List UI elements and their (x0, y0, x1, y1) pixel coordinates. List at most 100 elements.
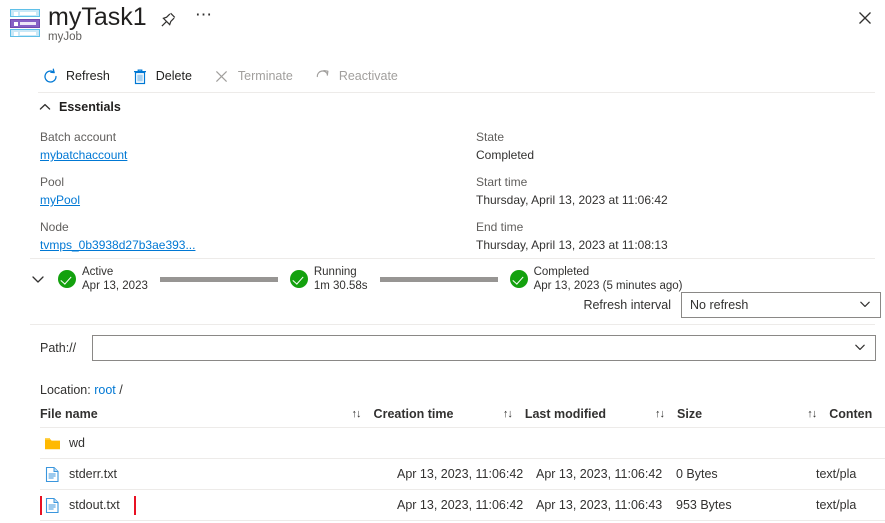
file-name-cell[interactable]: stderr.txt (40, 465, 121, 484)
start-time-value: Thursday, April 13, 2023 at 11:06:42 (476, 193, 668, 207)
timeline-step-running: Running 1m 30.58s (289, 265, 368, 293)
trash-icon (130, 66, 150, 86)
refresh-interval-row: Refresh interval No refresh (583, 292, 881, 318)
column-header-label: Conten (829, 406, 873, 421)
column-header-label: Last modified (524, 406, 607, 421)
path-row: Path:// (40, 335, 876, 361)
task-state-timeline: Active Apr 13, 2023 Running 1m 30.58s Co… (30, 262, 683, 296)
sort-updown-icon[interactable]: ↑↓ (503, 408, 525, 420)
field-label: State (476, 130, 505, 144)
column-header-file-name[interactable]: File name (40, 407, 352, 421)
reactivate-button: Reactivate (311, 60, 406, 92)
timeline-step-label: Completed (533, 266, 590, 278)
field-node: Node tvmps_0b3938d27b3ae393... (40, 219, 195, 254)
file-icon (44, 497, 61, 514)
toolbar-divider (38, 92, 875, 93)
check-circle-icon (289, 270, 308, 288)
last-modified-cell: Apr 13, 2023, 11:06:43 (536, 498, 663, 512)
file-name-cell[interactable]: wd (40, 434, 89, 453)
timeline-step-completed: Completed Apr 13, 2023 (5 minutes ago) (509, 265, 683, 293)
creation-time-cell: Apr 13, 2023, 11:06:42 (397, 498, 524, 512)
delete-button[interactable]: Delete (128, 60, 200, 92)
refresh-interval-label: Refresh interval (583, 298, 671, 312)
field-state: State Completed (476, 129, 534, 164)
field-pool: Pool myPool (40, 174, 80, 209)
path-label: Path:// (40, 341, 77, 355)
chevron-down-icon[interactable] (30, 271, 46, 287)
node-link[interactable]: tvmps_0b3938d27b3ae393... (40, 236, 195, 254)
refresh-interval-select[interactable]: No refresh (681, 292, 881, 318)
file-icon (44, 466, 61, 483)
refresh-button[interactable]: Refresh (38, 60, 118, 92)
terminate-button-label: Terminate (237, 69, 293, 83)
refresh-button-label: Refresh (66, 69, 110, 83)
column-header-creation-time[interactable]: Creation time (374, 407, 503, 421)
timeline-step-detail: Apr 13, 2023 (5 minutes ago) (533, 280, 683, 292)
field-batch-account: Batch account mybatchaccount (40, 129, 127, 164)
check-circle-icon (58, 270, 76, 288)
path-combobox[interactable] (92, 335, 876, 361)
page-title: myTask1 (48, 3, 147, 31)
location-prefix: Location: (40, 383, 91, 397)
sort-updown-icon[interactable]: ↑↓ (807, 408, 829, 420)
table-row[interactable]: wd (40, 428, 885, 459)
field-end-time: End time Thursday, April 13, 2023 at 11:… (476, 219, 668, 254)
ellipsis-icon[interactable]: ⋯ (192, 6, 216, 30)
column-header-label: Creation time (373, 406, 454, 421)
field-label: Pool (40, 175, 65, 189)
file-name-label: wd (69, 436, 85, 450)
path-input[interactable] (101, 340, 853, 356)
essentials-section-toggle[interactable]: Essentials (38, 98, 121, 116)
pin-icon[interactable] (157, 9, 179, 31)
file-name-cell[interactable]: stdout.txt (40, 496, 124, 515)
field-label: Node (40, 220, 69, 234)
location-suffix: / (119, 383, 123, 397)
delete-button-label: Delete (155, 69, 192, 83)
column-header-label: Size (677, 406, 703, 421)
table-row[interactable]: stderr.txt Apr 13, 2023, 11:06:42 Apr 13… (40, 459, 885, 490)
timeline-step-label: Running (313, 266, 357, 278)
refresh-interval-value: No refresh (690, 298, 749, 312)
field-label: Start time (476, 175, 528, 189)
page-subtitle: myJob (48, 31, 82, 43)
field-label: Batch account (40, 130, 117, 144)
timeline-divider (30, 324, 875, 325)
file-table: File name ↑↓ Creation time ↑↓ Last modif… (40, 400, 885, 521)
column-header-last-modified[interactable]: Last modified (525, 407, 655, 421)
content-type-cell: text/pla (816, 498, 857, 512)
sort-updown-icon[interactable]: ↑↓ (655, 408, 677, 420)
folder-icon (44, 435, 61, 452)
field-label: End time (476, 220, 524, 234)
column-header-content-type[interactable]: Conten (829, 407, 885, 421)
timeline-step-active: Active Apr 13, 2023 (58, 265, 148, 293)
chevron-up-icon (38, 100, 52, 114)
timeline-step-label: Active (82, 266, 114, 278)
x-icon (212, 66, 232, 86)
field-start-time: Start time Thursday, April 13, 2023 at 1… (476, 174, 668, 209)
close-icon[interactable] (853, 6, 877, 30)
table-row[interactable]: stdout.txt Apr 13, 2023, 11:06:42 Apr 13… (40, 490, 885, 521)
sort-updown-icon[interactable]: ↑↓ (352, 408, 374, 420)
terminate-button: Terminate (210, 60, 301, 92)
essentials-divider (30, 258, 875, 259)
column-header-label: File name (40, 406, 98, 421)
breadcrumb-root-link[interactable]: root (94, 383, 116, 397)
content-type-cell: text/pla (816, 467, 857, 481)
batch-account-link[interactable]: mybatchaccount (40, 146, 127, 164)
creation-time-cell: Apr 13, 2023, 11:06:42 (397, 467, 524, 481)
last-modified-cell: Apr 13, 2023, 11:06:42 (536, 467, 663, 481)
size-cell: 0 Bytes (676, 467, 718, 481)
timeline-connector (379, 276, 498, 282)
file-name-label: stdout.txt (69, 498, 120, 512)
command-bar: Refresh Delete Terminate Reactivate (38, 60, 416, 92)
timeline-connector (159, 276, 278, 282)
chevron-down-icon[interactable] (853, 340, 867, 357)
state-value: Completed (476, 148, 535, 162)
breadcrumb: Location: root / (40, 383, 123, 397)
column-header-size[interactable]: Size (677, 407, 807, 421)
pool-link[interactable]: myPool (40, 191, 80, 209)
refresh-icon (40, 66, 60, 86)
timeline-step-detail: 1m 30.58s (313, 280, 368, 292)
end-time-value: Thursday, April 13, 2023 at 11:08:13 (476, 238, 668, 252)
task-details-blade: myTask1 myJob ⋯ Refresh Delete Terminate… (0, 0, 885, 523)
